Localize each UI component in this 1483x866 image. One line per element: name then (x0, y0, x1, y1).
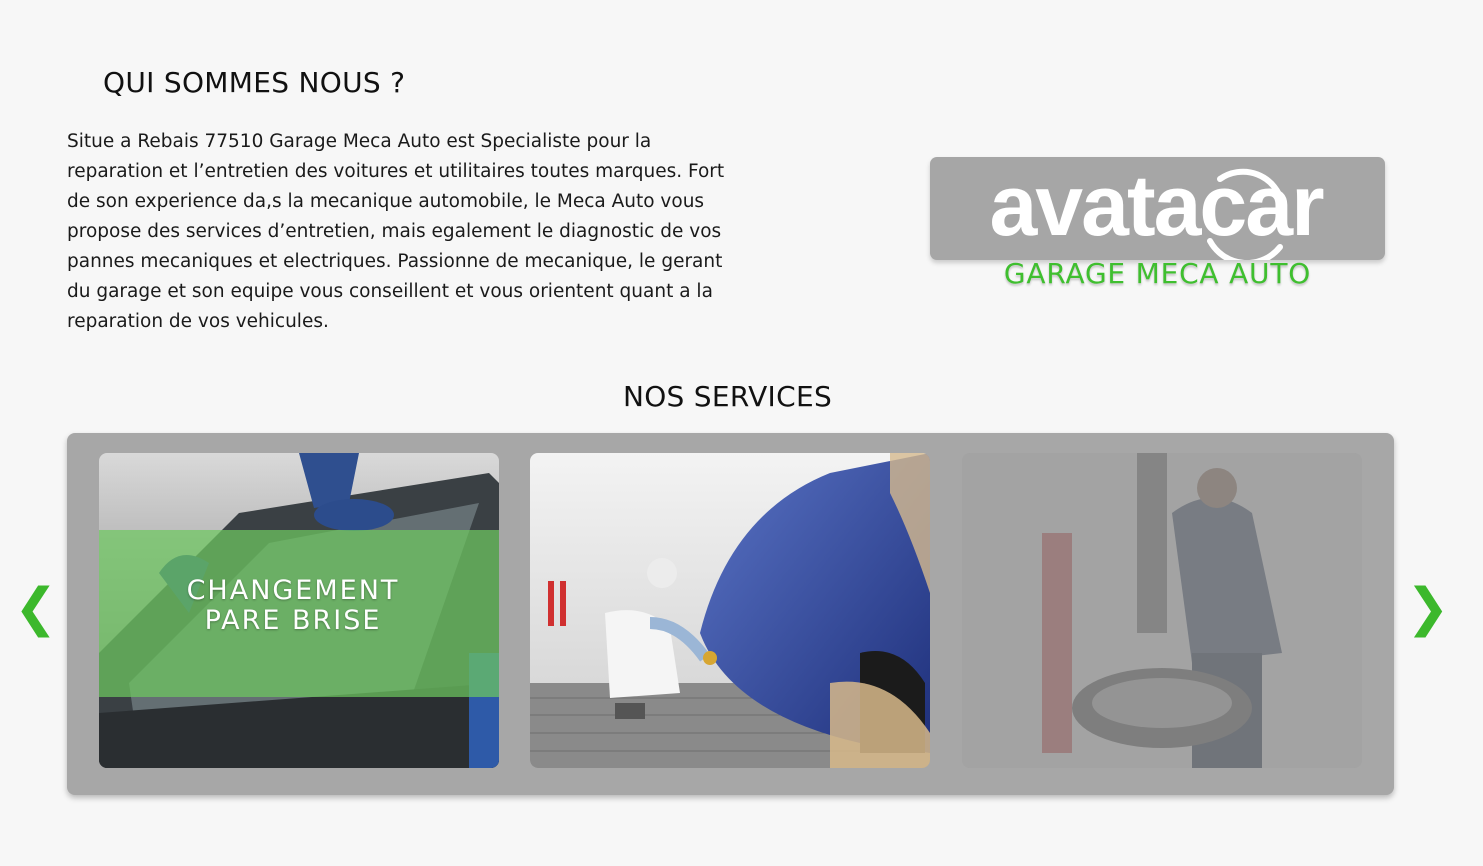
avatacar-logo[interactable]: avatacar (930, 157, 1385, 260)
service-card-tires[interactable] (962, 453, 1362, 768)
inactive-card-veil (962, 453, 1362, 768)
page: QUI SOMMES NOUS ? Situe a Rebais 77510 G… (0, 0, 1483, 866)
logo-subtitle: GARAGE MECA AUTO (1003, 257, 1312, 290)
logo-wordmark: avatacar (989, 158, 1324, 254)
car-body-painting-photo (530, 453, 930, 768)
services-carousel: CHANGEMENT PARE BRISE (67, 433, 1394, 795)
card-caption-line1: CHANGEMENT (186, 575, 400, 606)
chevron-right-icon[interactable]: ❯ (1406, 578, 1450, 638)
chevron-left-icon[interactable]: ❮ (14, 578, 58, 638)
service-card-windshield[interactable]: CHANGEMENT PARE BRISE (99, 453, 499, 768)
about-title: QUI SOMMES NOUS ? (103, 66, 406, 99)
about-text: Situe a Rebais 77510 Garage Meca Auto es… (67, 131, 725, 332)
card-caption-line2: PARE BRISE (204, 605, 382, 636)
card-caption: CHANGEMENT PARE BRISE (99, 576, 487, 636)
service-card-painting[interactable] (530, 453, 930, 768)
services-title: NOS SERVICES (622, 380, 833, 413)
